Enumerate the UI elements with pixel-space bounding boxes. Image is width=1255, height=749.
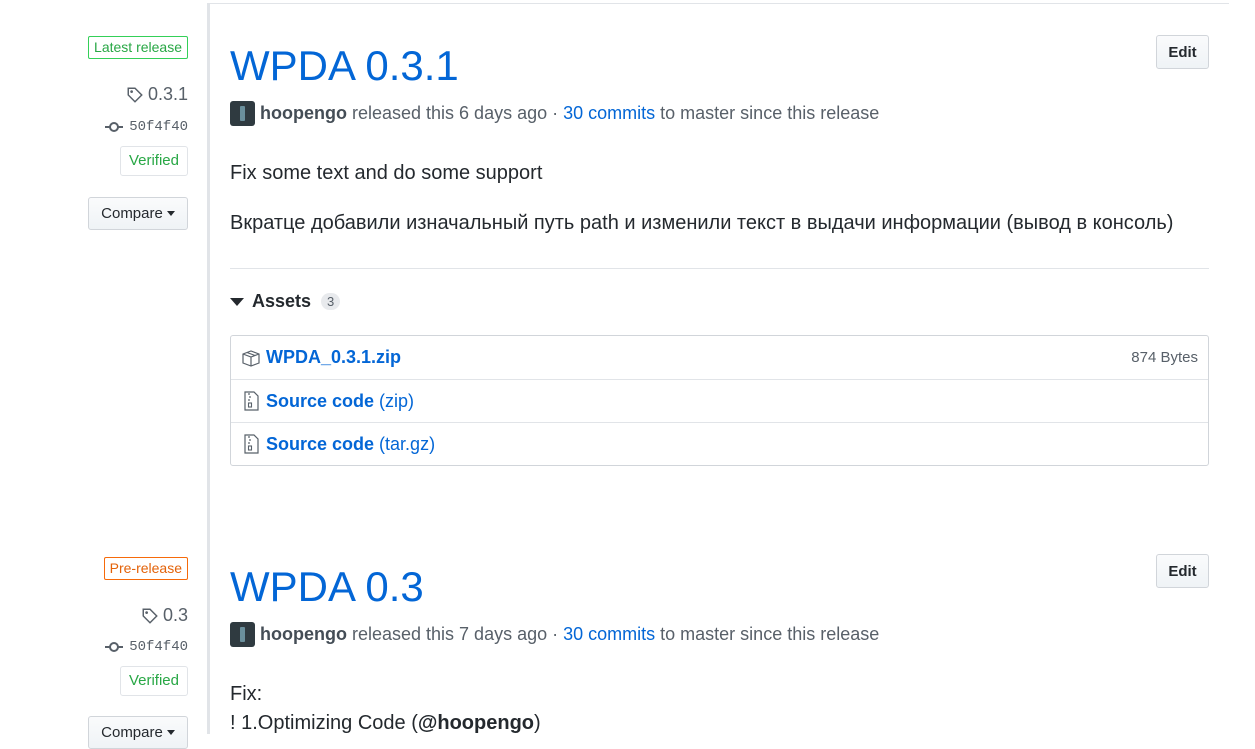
- commit-sha: 50f4f40: [129, 639, 188, 655]
- separator: ·: [552, 624, 559, 644]
- divider: [230, 268, 1209, 269]
- source-code-zip-link[interactable]: Source code: [266, 391, 374, 412]
- caret-down-icon: [166, 211, 175, 216]
- compare-label: Compare: [101, 205, 163, 222]
- compare-label: Compare: [101, 724, 163, 741]
- released-text: released this 7 days ago: [351, 624, 548, 644]
- git-commit-icon: [105, 642, 124, 652]
- commit-link[interactable]: 50f4f40: [105, 639, 188, 655]
- assets-toggle[interactable]: Assets 3: [230, 291, 341, 312]
- tag-link[interactable]: 0.3.1: [126, 84, 188, 105]
- package-icon: [242, 349, 260, 367]
- mention-link[interactable]: @hoopengo: [418, 712, 534, 734]
- commit-sha: 50f4f40: [129, 119, 188, 135]
- note-text: ! 1.Optimizing Code (: [230, 712, 418, 734]
- asset-format: (zip): [379, 390, 415, 411]
- commits-link[interactable]: 30 commits: [563, 103, 655, 124]
- since-text: to master since this release: [660, 103, 880, 123]
- git-commit-icon: [105, 122, 124, 132]
- top-divider: [209, 3, 1229, 4]
- edit-button[interactable]: Edit: [1156, 554, 1209, 588]
- commits-link[interactable]: 30 commits: [563, 624, 655, 645]
- asset-list: WPDA_0.3.1.zip 874 Bytes Source code (zi…: [230, 335, 1209, 466]
- since-text: to master since this release: [660, 624, 880, 644]
- latest-release-badge: Latest release: [88, 36, 188, 59]
- release-title[interactable]: WPDA 0.3.1: [230, 42, 459, 90]
- release-byline: hoopengo released this 6 days ago · 30 c…: [230, 101, 879, 126]
- release-note-line: Fix some text and do some support: [230, 162, 543, 184]
- release-byline: hoopengo released this 7 days ago · 30 c…: [230, 622, 879, 647]
- author-link[interactable]: hoopengo: [260, 624, 347, 645]
- release-note-line: Fix:: [230, 683, 263, 705]
- triangle-down-icon: [230, 297, 244, 306]
- tag-icon: [127, 87, 143, 103]
- asset-row: WPDA_0.3.1.zip 874 Bytes: [231, 336, 1208, 379]
- asset-row: Source code (zip): [231, 379, 1208, 422]
- asset-size: 874 Bytes: [1131, 349, 1198, 366]
- verified-badge[interactable]: Verified: [119, 666, 188, 696]
- assets-label: Assets: [252, 291, 312, 311]
- tag-label: 0.3: [162, 605, 188, 625]
- commit-link[interactable]: 50f4f40: [105, 119, 188, 135]
- verified-badge[interactable]: Verified: [119, 146, 188, 176]
- asset-row: Source code (tar.gz): [231, 422, 1208, 465]
- avatar[interactable]: [230, 101, 255, 126]
- timeline-line: [207, 3, 210, 734]
- author-link[interactable]: hoopengo: [260, 103, 347, 124]
- release-note-line: ! 1.Optimizing Code (@hoopengo): [230, 712, 541, 735]
- pre-release-badge: Pre-release: [103, 557, 188, 580]
- tag-icon: [142, 608, 158, 624]
- release-title[interactable]: WPDA 0.3: [230, 563, 424, 611]
- asset-format: (tar.gz): [379, 433, 436, 454]
- file-zip-icon: [244, 391, 259, 411]
- tag-label: 0.3.1: [147, 84, 188, 104]
- file-zip-icon: [244, 434, 259, 454]
- asset-download-link[interactable]: WPDA_0.3.1.zip: [266, 347, 401, 368]
- release-note-line: Вкратце добавили изначальный путь path и…: [230, 212, 1174, 234]
- separator: ·: [552, 103, 559, 123]
- edit-button[interactable]: Edit: [1156, 35, 1209, 69]
- assets-count: 3: [321, 293, 341, 310]
- note-text: ): [534, 712, 541, 734]
- released-text: released this 6 days ago: [351, 103, 548, 123]
- compare-button[interactable]: Compare: [88, 197, 188, 230]
- source-code-targz-link[interactable]: Source code: [266, 434, 374, 455]
- compare-button[interactable]: Compare: [88, 716, 188, 749]
- tag-link[interactable]: 0.3: [141, 605, 188, 626]
- avatar[interactable]: [230, 622, 255, 647]
- caret-down-icon: [166, 730, 175, 735]
